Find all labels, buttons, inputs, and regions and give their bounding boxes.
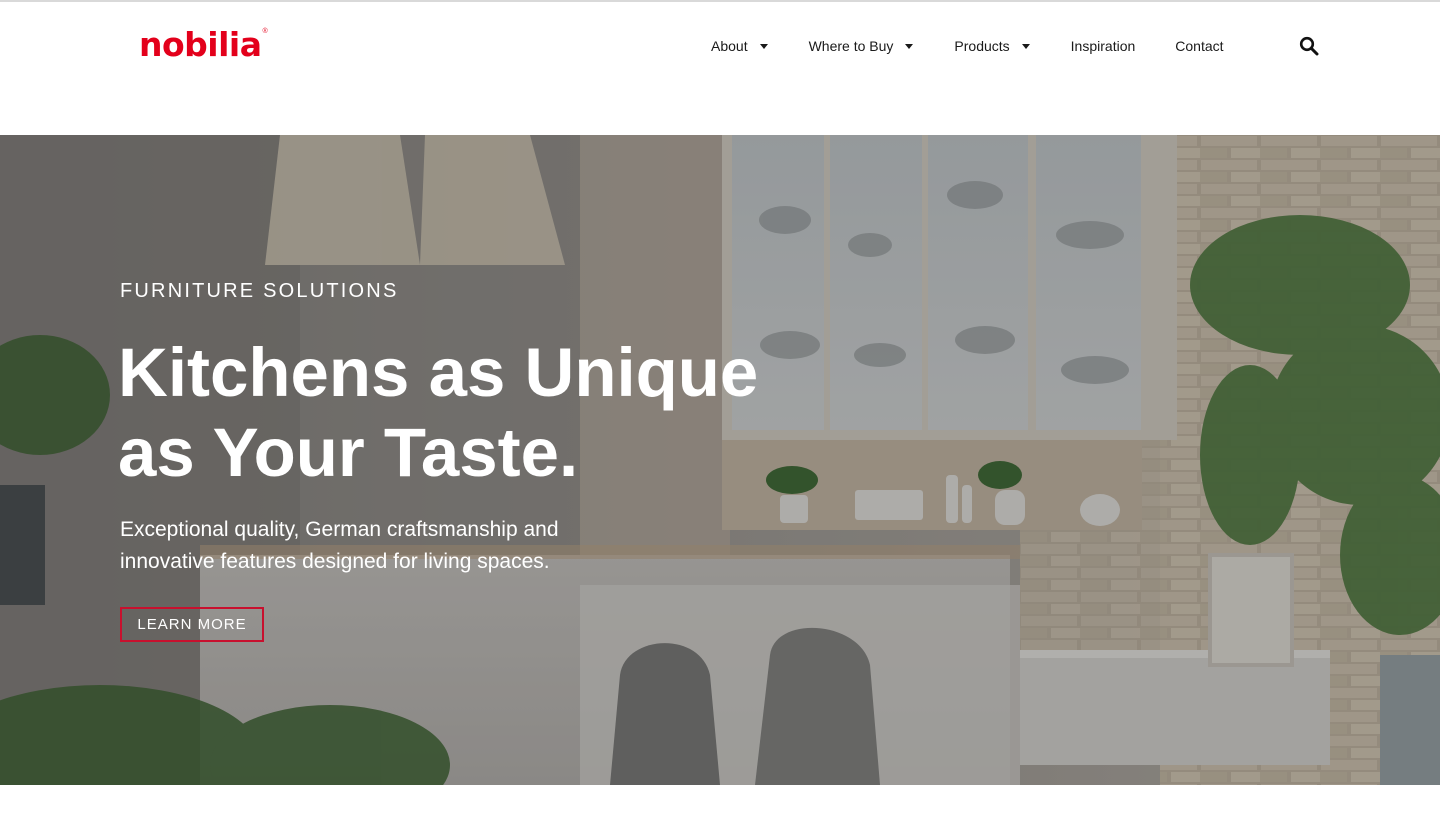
nav-item-contact[interactable]: Contact (1175, 38, 1223, 54)
hero-title-line: as Your Taste. (118, 414, 579, 491)
caret-down-icon (759, 44, 768, 49)
main-navigation: About Where to Buy Products Inspiration … (711, 36, 1224, 56)
search-icon (1299, 36, 1319, 56)
hero-title: Kitchens as Unique as Your Taste. (118, 333, 818, 493)
search-button[interactable] (1299, 36, 1319, 56)
learn-more-label: LEARN MORE (137, 616, 247, 633)
hero-title-line: Kitchens as Unique (118, 334, 759, 411)
learn-more-button[interactable]: LEARN MORE (120, 607, 264, 642)
nav-item-products[interactable]: Products (954, 38, 1030, 54)
hero-subtitle-line: Exceptional quality, German craftsmanshi… (120, 518, 559, 541)
page-bottom-spacer (0, 785, 1440, 814)
brand-logo[interactable]: nobilia ® (139, 28, 268, 64)
caret-down-icon (1021, 44, 1030, 49)
registered-mark: ® (262, 28, 268, 35)
hero-eyebrow: FURNITURE SOLUTIONS (120, 280, 399, 302)
nav-item-label: Contact (1175, 38, 1224, 54)
nav-item-label: About (711, 38, 748, 54)
nav-item-about[interactable]: About (711, 38, 768, 54)
nav-item-label: Products (954, 38, 1010, 54)
nav-item-label: Inspiration (1070, 38, 1136, 54)
hero-subtitle-line: innovative features designed for living … (120, 550, 550, 573)
hero-subtitle: Exceptional quality, German craftsmanshi… (120, 514, 640, 578)
nav-item-where-to-buy[interactable]: Where to Buy (809, 38, 914, 54)
nav-item-label: Where to Buy (808, 38, 894, 54)
nav-item-inspiration[interactable]: Inspiration (1071, 38, 1136, 54)
site-header: nobilia ® About Where to Buy Products In… (0, 2, 1440, 135)
caret-down-icon (905, 44, 914, 49)
hero-section: FURNITURE SOLUTIONS Kitchens as Unique a… (0, 135, 1440, 785)
brand-logo-text: nobilia (139, 25, 262, 64)
